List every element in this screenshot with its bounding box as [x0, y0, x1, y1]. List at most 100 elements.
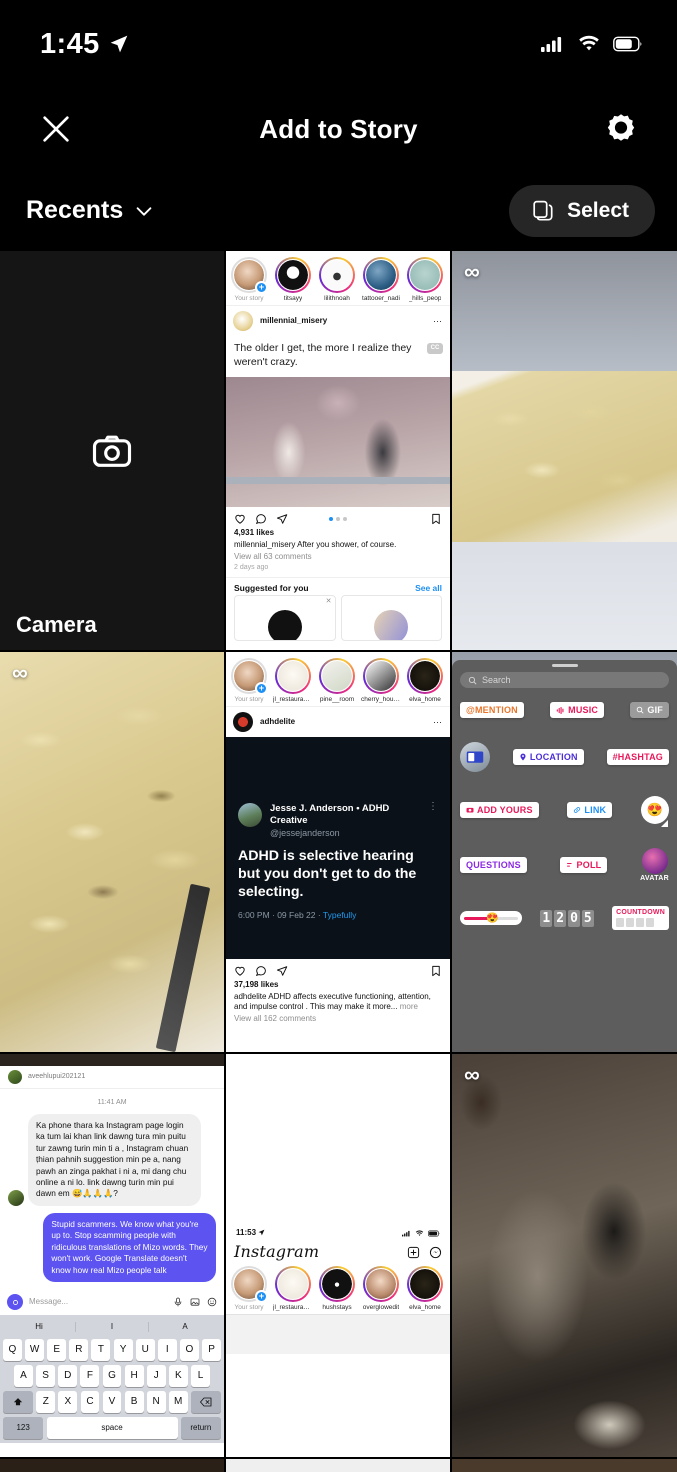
- gallery-item-noodles-boomerang-gray[interactable]: ∞: [452, 251, 677, 650]
- bookmark-icon[interactable]: [430, 513, 442, 525]
- gallery-item-noodles-boomerang-full[interactable]: ∞: [0, 652, 224, 1052]
- backspace-key[interactable]: [190, 1391, 222, 1413]
- tweet-meta-source[interactable]: Typefully: [323, 910, 357, 920]
- comment-icon[interactable]: [255, 513, 267, 525]
- key-g[interactable]: G: [102, 1365, 122, 1387]
- suggested-cards: ✕: [226, 595, 450, 642]
- sticker-icon[interactable]: [207, 1297, 217, 1307]
- space-key[interactable]: space: [46, 1417, 178, 1439]
- select-button[interactable]: Select: [509, 184, 655, 237]
- gallery-item-instagram-dm-conversation[interactable]: aveehlupui202121 11:41 AM Ka phone thara…: [0, 1054, 224, 1457]
- key-o[interactable]: O: [179, 1339, 199, 1361]
- more-link[interactable]: more: [400, 1002, 418, 1011]
- prediction-item[interactable]: I: [76, 1321, 149, 1332]
- heart-icon[interactable]: [234, 965, 246, 977]
- sticker-avatar[interactable]: AVATAR: [640, 848, 669, 882]
- heart-icon[interactable]: [234, 513, 246, 525]
- view-comments-link[interactable]: View all 63 comments: [234, 552, 442, 562]
- key-y[interactable]: Y: [113, 1339, 133, 1361]
- return-key[interactable]: return: [180, 1417, 221, 1439]
- key-q[interactable]: Q: [2, 1339, 22, 1361]
- close-button[interactable]: [26, 112, 86, 146]
- camera-tile[interactable]: Camera: [0, 251, 224, 650]
- suggested-card[interactable]: ✕: [234, 595, 336, 642]
- key-h[interactable]: H: [124, 1365, 144, 1387]
- key-t[interactable]: T: [91, 1339, 111, 1361]
- key-n[interactable]: N: [146, 1391, 166, 1413]
- view-comments-link[interactable]: View all 162 comments: [234, 1014, 442, 1024]
- story-username: tattooer_nadi: [362, 295, 400, 302]
- share-icon[interactable]: [276, 965, 288, 977]
- key-w[interactable]: W: [25, 1339, 45, 1361]
- sticker-photo[interactable]: [460, 742, 490, 772]
- key-e[interactable]: E: [47, 1339, 67, 1361]
- key-r[interactable]: R: [69, 1339, 89, 1361]
- sticker-location[interactable]: LOCATION: [512, 749, 584, 765]
- sticker-emoji-slider[interactable]: 😍: [460, 911, 522, 925]
- numbers-key[interactable]: 123: [3, 1417, 44, 1439]
- drag-handle[interactable]: [452, 660, 677, 670]
- bookmark-icon[interactable]: [430, 965, 442, 977]
- key-i[interactable]: I: [157, 1339, 177, 1361]
- sticker-gif[interactable]: GIF: [630, 702, 669, 718]
- sticker-clock[interactable]: 1 2 0 5: [540, 909, 594, 927]
- suggested-card[interactable]: [340, 595, 442, 642]
- key-m[interactable]: M: [168, 1391, 188, 1413]
- key-v[interactable]: V: [102, 1391, 122, 1413]
- photo-icon[interactable]: [190, 1297, 200, 1307]
- sticker-countdown[interactable]: COUNTDOWN: [612, 906, 669, 930]
- share-icon[interactable]: [276, 513, 288, 525]
- gear-icon: [607, 114, 635, 141]
- kebab-menu-icon[interactable]: ⋯: [433, 316, 443, 327]
- messenger-icon[interactable]: [429, 1246, 442, 1259]
- sticker-emoji-reaction[interactable]: 😍: [641, 796, 669, 824]
- key-f[interactable]: F: [80, 1365, 100, 1387]
- prediction-item[interactable]: A: [149, 1322, 221, 1332]
- story-avatar: [365, 259, 397, 291]
- on-screen-keyboard[interactable]: Hi I A Q W E R T Y U I O P A S D F G H J…: [0, 1315, 224, 1443]
- post-meta: 4,931 likes millennial_misery After you …: [226, 528, 450, 577]
- camera-icon: [466, 807, 474, 813]
- sticker-questions[interactable]: QUESTIONS: [460, 857, 527, 873]
- key-d[interactable]: D: [58, 1365, 78, 1387]
- key-k[interactable]: K: [168, 1365, 188, 1387]
- key-c[interactable]: C: [80, 1391, 100, 1413]
- key-u[interactable]: U: [135, 1339, 155, 1361]
- key-b[interactable]: B: [124, 1391, 144, 1413]
- shift-key[interactable]: [2, 1391, 34, 1413]
- album-selector[interactable]: Recents: [26, 196, 155, 225]
- close-icon[interactable]: ✕: [326, 598, 332, 607]
- microphone-icon[interactable]: [173, 1297, 183, 1307]
- meme-photo: [226, 377, 450, 507]
- comment-icon[interactable]: [255, 965, 267, 977]
- gallery-item-instagram-feed-millennial-misery[interactable]: + Your story titsayy lilithnoah tattooer…: [226, 251, 450, 650]
- prediction-item[interactable]: Hi: [3, 1321, 76, 1332]
- sticker-row: ADD YOURS LINK 😍: [460, 796, 669, 824]
- dm-input-bar[interactable]: Message...: [0, 1289, 224, 1315]
- sticker-poll[interactable]: POLL: [559, 857, 608, 873]
- gallery-item-instagram-feed-adhdelite[interactable]: + Your story jl_restaurant... pine__room…: [226, 652, 450, 1052]
- message-input[interactable]: Message...: [29, 1297, 167, 1307]
- key-p[interactable]: P: [202, 1339, 222, 1361]
- key-a[interactable]: A: [14, 1365, 33, 1387]
- key-z[interactable]: Z: [36, 1391, 56, 1413]
- plus-box-icon[interactable]: [407, 1246, 420, 1259]
- gallery-item-instagram-home-blank[interactable]: 11:53 Instagram + Your story jl_restaura…: [226, 1054, 450, 1457]
- key-x[interactable]: X: [58, 1391, 78, 1413]
- camera-icon[interactable]: [7, 1294, 23, 1310]
- sticker-add-yours[interactable]: ADD YOURS: [460, 802, 539, 818]
- sticker-hashtag[interactable]: #HASHTAG: [606, 749, 669, 765]
- kebab-menu-icon[interactable]: ⋯: [433, 717, 443, 728]
- key-s[interactable]: S: [36, 1365, 56, 1387]
- settings-button[interactable]: [591, 112, 651, 146]
- key-l[interactable]: L: [191, 1365, 210, 1387]
- story-avatar: [277, 259, 309, 291]
- suggested-see-all[interactable]: See all: [415, 583, 442, 594]
- gallery-item-cat-boomerang[interactable]: ∞: [452, 1054, 677, 1457]
- sticker-link[interactable]: LINK: [567, 802, 613, 818]
- sticker-mention[interactable]: @MENTION: [460, 702, 524, 718]
- search-input[interactable]: Search: [460, 672, 669, 688]
- sticker-music[interactable]: MUSIC: [550, 702, 605, 718]
- gallery-item-story-sticker-tray[interactable]: Search @MENTION MUSIC GIF LOCATION #HASH…: [452, 652, 677, 1052]
- key-j[interactable]: J: [146, 1365, 166, 1387]
